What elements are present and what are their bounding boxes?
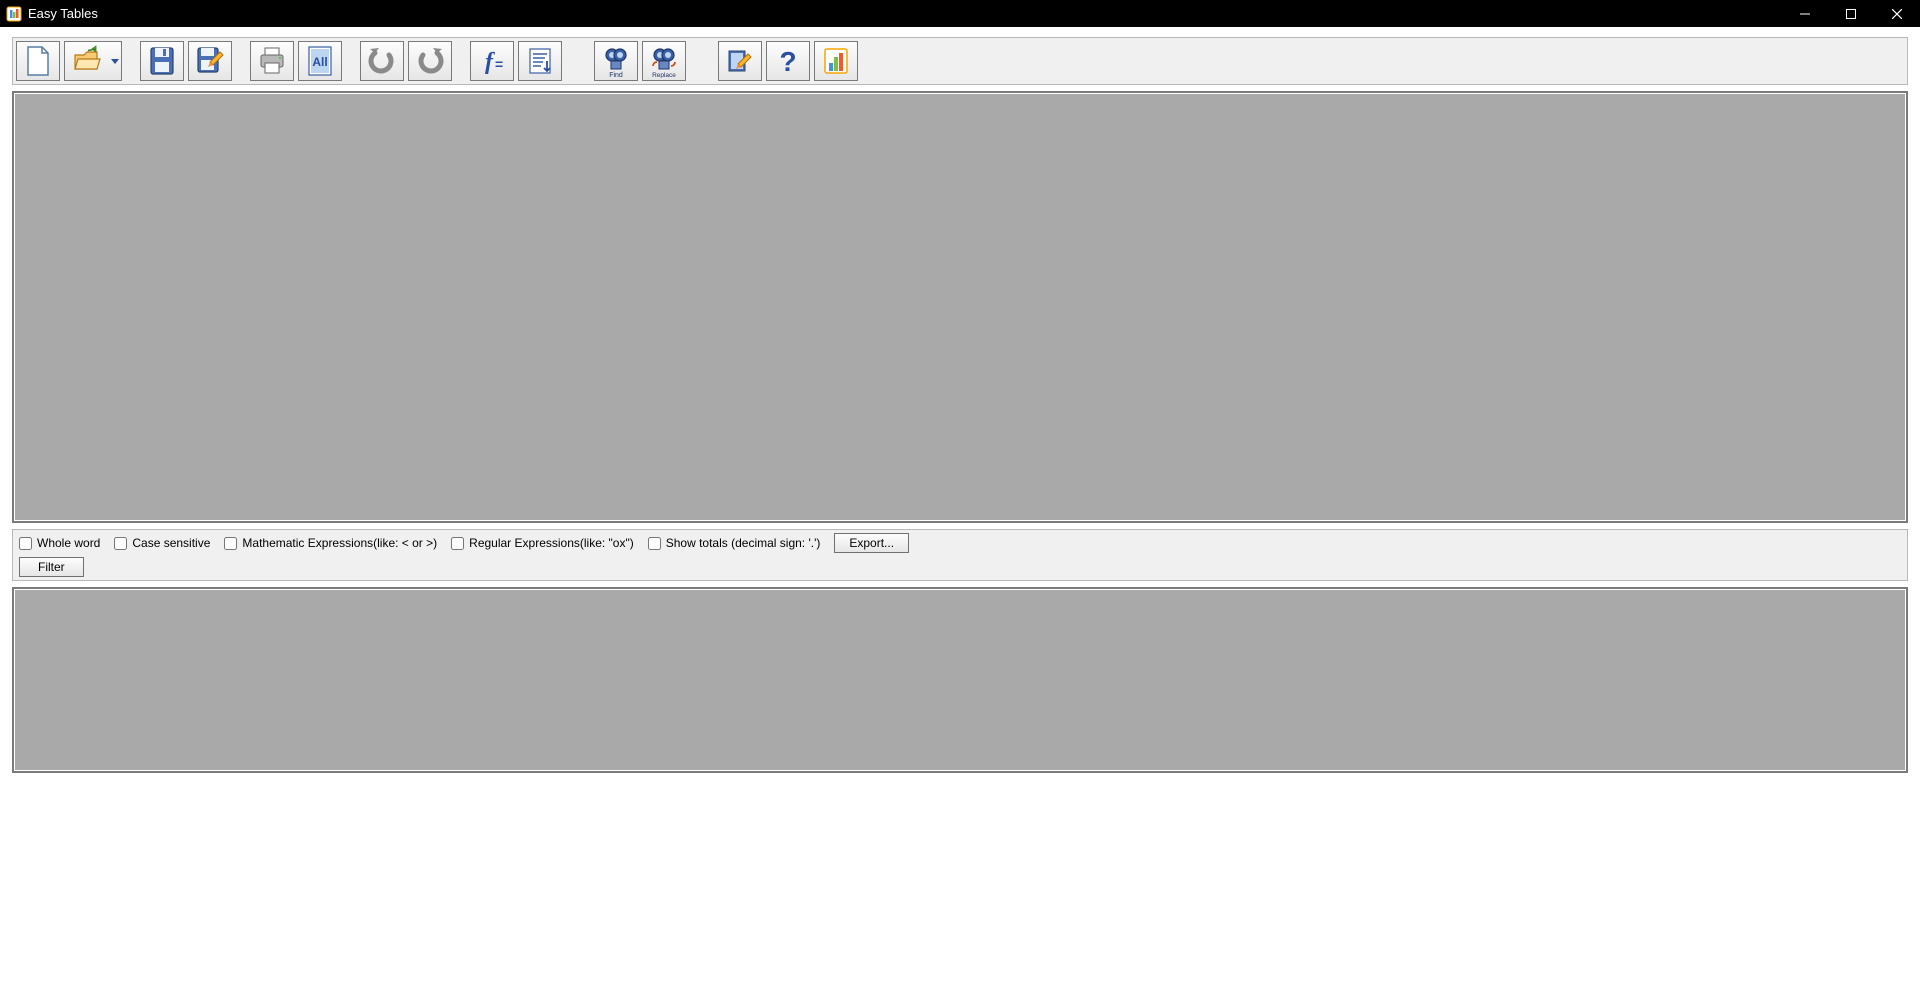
regex-label: Regular Expressions(like: "ox") [469, 536, 634, 550]
help-button[interactable]: ? [766, 41, 810, 81]
window-title: Easy Tables [28, 6, 98, 21]
export-button[interactable]: Export... [834, 533, 909, 553]
settings-button[interactable] [718, 41, 762, 81]
new-file-button[interactable] [16, 41, 60, 81]
svg-text:Find: Find [609, 72, 623, 78]
regex-checkbox[interactable] [451, 537, 464, 550]
select-all-button[interactable]: All [298, 41, 342, 81]
formula-button[interactable]: f = [470, 41, 514, 81]
redo-button[interactable] [408, 41, 452, 81]
svg-text:All: All [312, 55, 327, 69]
minimize-button[interactable] [1782, 0, 1828, 27]
open-file-button[interactable] [64, 41, 108, 81]
svg-text:f: f [485, 49, 495, 75]
maximize-button[interactable] [1828, 0, 1874, 27]
svg-text:?: ? [779, 46, 796, 77]
close-button[interactable] [1874, 0, 1920, 27]
svg-text:Replace: Replace [652, 72, 676, 78]
math-expressions-label: Mathematic Expressions(like: < or >) [242, 536, 437, 550]
open-file-dropdown[interactable] [108, 41, 122, 81]
results-panel[interactable] [12, 587, 1908, 773]
replace-button[interactable]: Replace [642, 41, 686, 81]
filter-bar: Whole word Case sensitive Mathematic Exp… [12, 529, 1908, 581]
show-totals-label: Show totals (decimal sign: '.') [666, 536, 821, 550]
svg-text:=: = [495, 56, 503, 72]
toolbar: All f = [12, 37, 1908, 85]
chart-button[interactable] [814, 41, 858, 81]
case-sensitive-checkbox[interactable] [114, 537, 127, 550]
sort-button[interactable] [518, 41, 562, 81]
undo-button[interactable] [360, 41, 404, 81]
math-expressions-checkbox[interactable] [224, 537, 237, 550]
titlebar: Easy Tables [0, 0, 1920, 27]
save-button[interactable] [140, 41, 184, 81]
print-button[interactable] [250, 41, 294, 81]
save-as-button[interactable] [188, 41, 232, 81]
app-icon [6, 6, 22, 22]
main-table-panel[interactable] [12, 91, 1908, 523]
find-button[interactable]: Find [594, 41, 638, 81]
case-sensitive-label: Case sensitive [132, 536, 210, 550]
show-totals-checkbox[interactable] [648, 537, 661, 550]
whole-word-label: Whole word [37, 536, 100, 550]
filter-button[interactable]: Filter [19, 557, 84, 577]
whole-word-checkbox[interactable] [19, 537, 32, 550]
